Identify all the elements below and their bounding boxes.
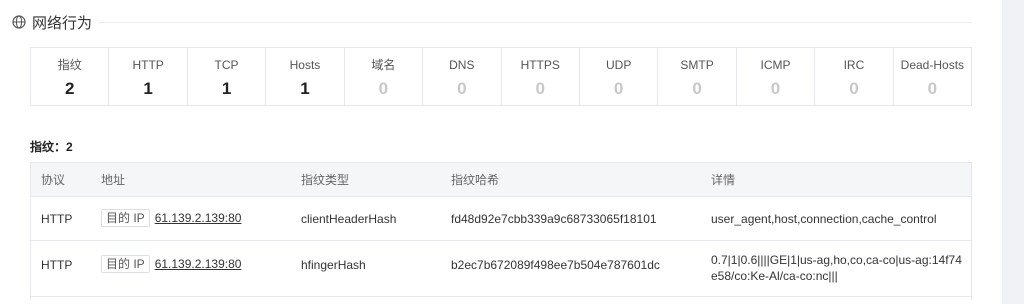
stat-value: 0 (378, 79, 389, 98)
row-protocol: HTTP (41, 258, 73, 272)
stat-label: Dead-Hosts (900, 58, 965, 72)
stat-value: 0 (535, 79, 545, 98)
fingerprint-table: 协议 地址 指纹类型 指纹哈希 详情 HTTP 目的 IP 61.139.2.13… (30, 162, 972, 300)
row-fp-hash: fd48d92e7cbb339a9c68733065f18101 (451, 212, 657, 226)
row-detail: user_agent,host,connection,cache_control (711, 212, 937, 226)
stat-label: HTTPS (520, 58, 560, 72)
col-protocol: 协议 (41, 173, 66, 187)
row-detail: 0.7|1|0.6||||GE|1|us-ag,ho,co,ca-co|us-a… (711, 253, 962, 283)
stat-label: HTTP (132, 58, 164, 72)
stat-value: 1 (143, 79, 153, 98)
row-fp-type: clientHeaderHash (301, 212, 397, 226)
stat-value: 1 (221, 79, 232, 98)
stat-http[interactable]: HTTP 1 (109, 48, 188, 105)
stat-label: UDP (605, 58, 632, 72)
stat-irc[interactable]: IRC 0 (815, 48, 894, 105)
row-fp-type: hfingerHash (301, 258, 366, 272)
stat-dns[interactable]: DNS 0 (423, 48, 502, 105)
globe-icon (12, 15, 26, 29)
stat-https[interactable]: HTTPS 0 (502, 48, 580, 105)
col-fp-type: 指纹类型 (301, 173, 350, 187)
stat-label: SMTP (680, 58, 714, 72)
stat-label: 域名 (371, 58, 396, 72)
stat-value: 0 (457, 79, 467, 98)
address-link[interactable]: 61.139.2.139:80 (155, 211, 242, 225)
section-divider (98, 22, 972, 23)
dest-ip-tag: 目的 IP (101, 209, 150, 227)
section-title: 网络行为 (32, 14, 93, 32)
row-protocol: HTTP (41, 212, 73, 226)
stat-value: 0 (692, 79, 702, 98)
col-address: 地址 (101, 173, 126, 187)
stat-label: Hosts (289, 58, 321, 72)
dest-ip-tag: 目的 IP (101, 255, 150, 273)
stats-bar: 指纹 2 HTTP 1 TCP 1 Hosts 1 域名 0 DNS 0 HTTPS 0 UD… (30, 47, 972, 106)
stat-tcp[interactable]: TCP 1 (188, 48, 267, 105)
stat-hosts[interactable]: Hosts 1 (266, 48, 345, 105)
col-fp-hash: 指纹哈希 (451, 173, 500, 187)
stat-value: 0 (613, 79, 624, 98)
stat-label: 指纹 (57, 58, 82, 72)
stat-label: IRC (843, 58, 865, 72)
stat-value: 0 (927, 79, 938, 98)
section-header: 网络行为 (12, 10, 92, 34)
stat-domain[interactable]: 域名 0 (345, 48, 424, 105)
table-row: HTTP 目的 IP 61.139.2.139:80 hfingerHash b2… (31, 241, 971, 297)
right-scroll-rail (1002, 0, 1024, 304)
col-detail: 详情 (711, 173, 736, 187)
table-header: 协议 地址 指纹类型 指纹哈希 详情 (31, 163, 971, 197)
stat-udp[interactable]: UDP 0 (580, 48, 659, 105)
stat-value: 0 (849, 79, 859, 98)
stat-label: TCP (214, 58, 239, 72)
stat-value: 2 (64, 79, 75, 98)
stat-smtp[interactable]: SMTP 0 (658, 48, 737, 105)
stat-value: 0 (770, 79, 781, 98)
row-fp-hash: b2ec7b672089f498ee7b504e787601dc (451, 258, 660, 272)
address-link[interactable]: 61.139.2.139:80 (155, 257, 242, 271)
stat-value: 1 (300, 79, 310, 98)
stat-icmp[interactable]: ICMP 0 (737, 48, 816, 105)
row-address: 目的 IP 61.139.2.139:80 (101, 209, 241, 227)
stat-dead-hosts[interactable]: Dead-Hosts 0 (894, 48, 971, 105)
row-address: 目的 IP 61.139.2.139:80 (101, 255, 241, 273)
stat-label: DNS (449, 58, 475, 72)
stat-label: ICMP (760, 58, 791, 72)
stat-fingerprint[interactable]: 指纹 2 (31, 48, 110, 105)
fingerprint-count-title: 指纹：2 (30, 140, 73, 154)
table-row: HTTP 目的 IP 61.139.2.139:80 clientHeaderHa… (31, 197, 971, 241)
